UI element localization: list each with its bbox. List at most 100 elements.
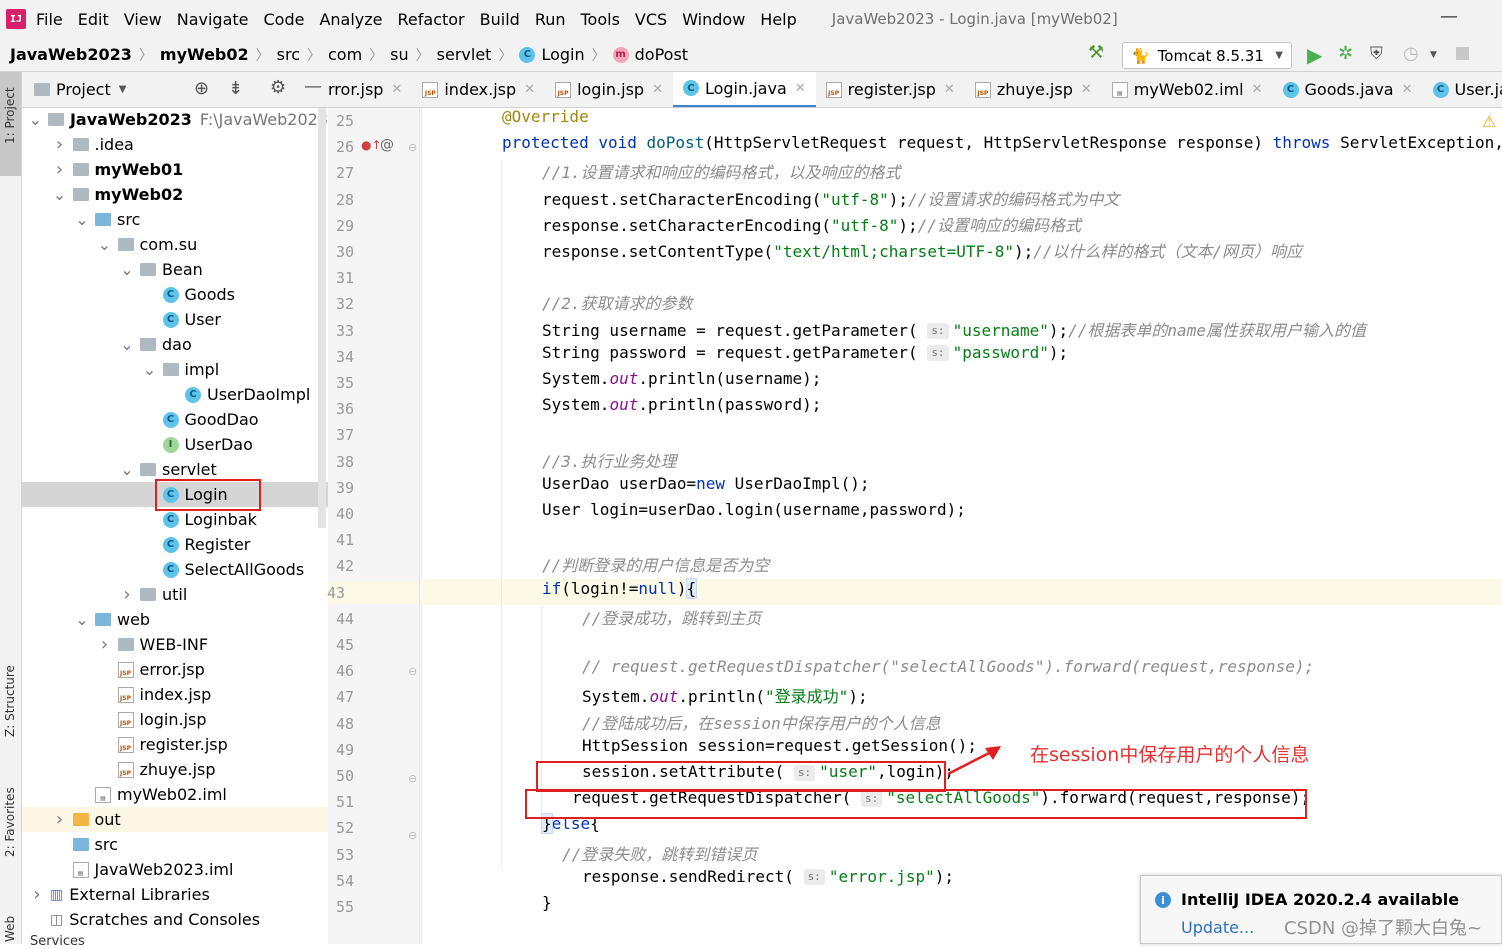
tree-item-gooddao[interactable]: CGoodDao <box>22 407 328 432</box>
tree-item-register-jsp[interactable]: JSPregister.jsp <box>22 732 328 757</box>
close-icon[interactable]: ✕ <box>391 82 402 97</box>
chevron-down-icon[interactable]: ⌄ <box>120 462 134 478</box>
chevron-down-icon[interactable]: ▼ <box>1430 50 1437 60</box>
breadcrumb-method[interactable]: doPost <box>635 45 688 64</box>
fold-icon[interactable]: ⊖ <box>408 141 417 154</box>
chevron-right-icon[interactable]: › <box>53 812 67 828</box>
menu-edit[interactable]: Edit <box>78 10 109 29</box>
tree-item-user[interactable]: CUser <box>22 307 328 332</box>
menu-help[interactable]: Help <box>760 10 796 29</box>
chevron-right-icon[interactable]: › <box>53 137 67 153</box>
close-icon[interactable]: ✕ <box>1081 82 1092 97</box>
menu-vcs[interactable]: VCS <box>635 10 667 29</box>
tree-item-javaweb2023[interactable]: ⌄JavaWeb2023F:\JavaWeb2023 <box>22 108 328 132</box>
menu-view[interactable]: View <box>124 10 162 29</box>
breadcrumb-com[interactable]: com <box>328 45 362 64</box>
chevron-right-icon[interactable]: › <box>120 587 134 603</box>
favorites-tool-label[interactable]: 2: Favorites <box>3 787 17 857</box>
tree-item-web-inf[interactable]: ›WEB-INF <box>22 632 328 657</box>
tree-item-userdao[interactable]: IUserDao <box>22 432 328 457</box>
chevron-down-icon[interactable]: ⌄ <box>53 187 67 203</box>
tree-item-src[interactable]: src <box>22 832 328 857</box>
run-icon[interactable]: ▶ <box>1307 43 1322 67</box>
menu-analyze[interactable]: Analyze <box>319 10 382 29</box>
breadcrumb-class[interactable]: Login <box>541 45 584 64</box>
tab-goods-java[interactable]: CGoods.java✕ <box>1273 72 1423 108</box>
close-icon[interactable]: ✕ <box>944 82 955 97</box>
chevron-down-icon[interactable]: ⌄ <box>75 612 89 628</box>
breadcrumb-module[interactable]: myWeb02 <box>160 45 249 64</box>
locate-icon[interactable]: ⊕ <box>194 78 209 99</box>
tree-item-com-su[interactable]: ⌄com.su <box>22 232 328 257</box>
services-tab[interactable]: Services <box>30 934 85 949</box>
menu-navigate[interactable]: Navigate <box>177 10 249 29</box>
tree-item-index-jsp[interactable]: JSPindex.jsp <box>22 682 328 707</box>
tree-item-util[interactable]: ›util <box>22 582 328 607</box>
menu-file[interactable]: File <box>36 10 63 29</box>
web-tool-label[interactable]: Web <box>3 916 17 942</box>
chevron-down-icon[interactable]: ⌄ <box>120 337 134 353</box>
tree-item-error-jsp[interactable]: JSPerror.jsp <box>22 657 328 682</box>
coverage-icon[interactable]: ⛨ <box>1370 44 1383 64</box>
close-icon[interactable]: ✕ <box>1402 82 1413 97</box>
tree-item-scratches-and-consoles[interactable]: ◫Scratches and Consoles <box>22 907 328 932</box>
fold-icon[interactable]: ⊖ <box>408 829 417 842</box>
project-panel-title[interactable]: Project <box>56 80 111 99</box>
collapse-all-icon[interactable]: ⇟ <box>228 78 243 99</box>
tree-item-login-jsp[interactable]: JSPlogin.jsp <box>22 707 328 732</box>
tree-item-bean[interactable]: ⌄Bean <box>22 257 328 282</box>
tree-item-myweb02-iml[interactable]: ▤myWeb02.iml <box>22 782 328 807</box>
override-marker-icon[interactable]: ●↑ <box>361 138 382 152</box>
stop-icon[interactable] <box>1456 47 1469 60</box>
tree-item-myweb02[interactable]: ⌄myWeb02 <box>22 182 328 207</box>
menu-tools[interactable]: Tools <box>581 10 620 29</box>
close-icon[interactable]: ✕ <box>524 82 535 97</box>
hide-panel-icon[interactable]: — <box>304 76 322 97</box>
chevron-down-icon[interactable]: ⌄ <box>29 112 42 128</box>
fold-icon[interactable]: ⊖ <box>408 665 417 678</box>
build-hammer-icon[interactable]: ⚒ <box>1088 42 1104 63</box>
minimize-icon[interactable]: — <box>1440 6 1458 27</box>
tree-item-web[interactable]: ⌄web <box>22 607 328 632</box>
chevron-down-icon[interactable]: ⌄ <box>143 362 157 378</box>
tab-myweb02-iml[interactable]: ▤myWeb02.iml✕ <box>1102 72 1273 108</box>
tree-item-goods[interactable]: CGoods <box>22 282 328 307</box>
project-tool-label[interactable]: 1: Project <box>3 87 17 144</box>
update-link[interactable]: Update... <box>1181 918 1254 937</box>
tree-item-zhuye-jsp[interactable]: JSPzhuye.jsp <box>22 757 328 782</box>
chevron-right-icon[interactable]: › <box>98 637 112 653</box>
menu-refactor[interactable]: Refactor <box>398 10 465 29</box>
tree-item-out[interactable]: ›out <box>22 807 328 832</box>
tab-rror-jsp[interactable]: rror.jsp✕ <box>328 72 412 108</box>
chevron-down-icon[interactable]: ⌄ <box>120 262 134 278</box>
debug-icon[interactable]: ✲ <box>1338 43 1353 64</box>
tab-register-jsp[interactable]: JSPregister.jsp✕ <box>816 72 965 108</box>
gear-icon[interactable]: ⚙ <box>270 77 286 98</box>
tree-item-register[interactable]: CRegister <box>22 532 328 557</box>
tree-item-impl[interactable]: ⌄impl <box>22 357 328 382</box>
menu-build[interactable]: Build <box>480 10 520 29</box>
menu-code[interactable]: Code <box>264 10 305 29</box>
tree-scrollbar[interactable] <box>318 108 326 528</box>
chevron-down-icon[interactable]: ▼ <box>119 84 127 95</box>
menu-run[interactable]: Run <box>535 10 566 29</box>
breadcrumb-su[interactable]: su <box>390 45 408 64</box>
tree-item-dao[interactable]: ⌄dao <box>22 332 328 357</box>
tree-item-src[interactable]: ⌄src <box>22 207 328 232</box>
chevron-right-icon[interactable]: › <box>53 162 67 178</box>
structure-tool-label[interactable]: Z: Structure <box>3 665 17 737</box>
close-icon[interactable]: ✕ <box>1252 82 1263 97</box>
breadcrumb-servlet[interactable]: servlet <box>437 45 492 64</box>
close-icon[interactable]: ✕ <box>795 81 806 96</box>
annotation-marker-icon[interactable]: @ <box>380 137 394 153</box>
menu-window[interactable]: Window <box>682 10 745 29</box>
profile-icon[interactable]: ◷ <box>1403 43 1419 64</box>
fold-icon[interactable]: ⊖ <box>408 772 417 785</box>
tab-user-java[interactable]: CUser.java <box>1423 72 1502 108</box>
tree-item-userdaoimpl[interactable]: CUserDaoImpl <box>22 382 328 407</box>
chevron-right-icon[interactable]: › <box>30 887 44 903</box>
tree-item-javaweb2023-iml[interactable]: ▤JavaWeb2023.iml <box>22 857 328 882</box>
warning-icon[interactable]: ⚠ <box>1482 112 1496 131</box>
tree-item--idea[interactable]: ›.idea <box>22 132 328 157</box>
tree-item-myweb01[interactable]: ›myWeb01 <box>22 157 328 182</box>
